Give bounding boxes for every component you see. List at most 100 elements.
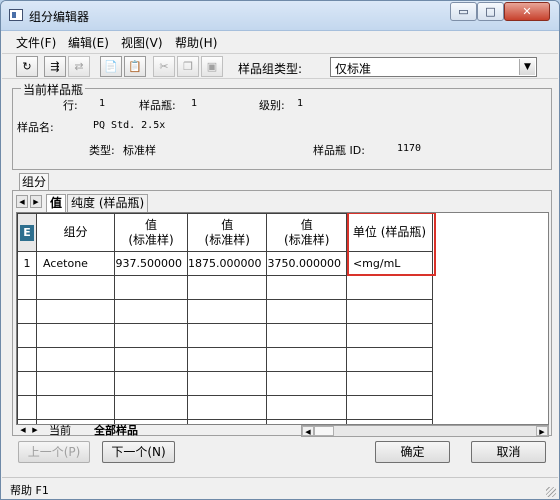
close-button[interactable]: ✕	[504, 2, 550, 21]
empty-cell[interactable]	[114, 323, 188, 348]
table-row	[17, 371, 433, 396]
scroll-left-icon[interactable]: ◀	[302, 426, 314, 436]
tab-values[interactable]: 值	[46, 194, 67, 213]
empty-cell[interactable]	[266, 347, 347, 372]
table-row	[17, 275, 433, 300]
minimize-button[interactable]: ▭	[450, 2, 477, 21]
copy-icon[interactable]: ❐	[177, 56, 199, 77]
level-label: 级别:	[259, 99, 285, 112]
column-header-value-3: 值 (标准样)	[266, 213, 347, 252]
current-vial-group: 当前样品瓶 行: 1 样品瓶: 1 级别: 1 样品名: PQ Std. 2.5…	[12, 81, 552, 170]
cell-unit[interactable]: <mg/mL	[345, 251, 433, 276]
empty-cell[interactable]	[186, 299, 268, 324]
resize-grip-icon[interactable]	[546, 487, 556, 497]
edit-components-icon[interactable]: ⇶	[44, 56, 66, 77]
empty-cell[interactable]	[345, 371, 433, 396]
empty-cell[interactable]	[17, 395, 37, 420]
cancel-button[interactable]: 取消	[471, 441, 546, 463]
table-row	[17, 395, 433, 420]
empty-cell[interactable]	[114, 299, 188, 324]
tab-purity-vial[interactable]: 纯度 (样品瓶)	[67, 194, 149, 212]
empty-cell[interactable]	[345, 275, 433, 300]
empty-cell[interactable]	[36, 299, 115, 324]
scroll-right-icon[interactable]: ▶	[536, 426, 548, 436]
vial-id-label: 样品瓶 ID:	[313, 144, 365, 157]
menu-bar: 文件(F) 编辑(E) 视图(V) 帮助(H)	[2, 32, 558, 52]
tab-components[interactable]: 组分	[19, 173, 49, 191]
tab-scroll-left-icon[interactable]: ◀	[16, 195, 28, 208]
cell-value-1[interactable]: 937.500000	[114, 251, 188, 276]
next-button[interactable]: 下一个(N)	[102, 441, 175, 463]
empty-cell[interactable]	[266, 395, 347, 420]
refresh-icon[interactable]: ↻	[16, 56, 38, 77]
sample-group-type-dropdown[interactable]: 仅标准 ▼	[330, 57, 537, 77]
vial-id-value: 1170	[397, 143, 422, 154]
empty-cell[interactable]	[266, 323, 347, 348]
column-header-value-2: 值 (标准样)	[186, 213, 268, 252]
empty-cell[interactable]	[266, 275, 347, 300]
empty-cell[interactable]	[266, 299, 347, 324]
sheet-tab-current[interactable]: 当前	[49, 425, 71, 437]
empty-cell[interactable]	[36, 395, 115, 420]
cut-icon[interactable]: ✂	[153, 56, 175, 77]
sheet-tab-bar: ◀ ▶ 当前 全部样品 ◀ ▶	[16, 425, 549, 437]
ok-button[interactable]: 确定	[375, 441, 450, 463]
paste-icon[interactable]: ▣	[201, 56, 223, 77]
empty-cell[interactable]	[17, 371, 37, 396]
empty-cell[interactable]	[36, 371, 115, 396]
type-label: 类型:	[89, 144, 115, 157]
cell-component[interactable]: Acetone	[36, 251, 115, 276]
tab-scroll-right-icon[interactable]: ▶	[30, 195, 42, 208]
chevron-down-icon[interactable]: ▼	[519, 59, 535, 75]
transfer-icon[interactable]: ⇄	[68, 56, 90, 77]
sample-group-type-label: 样品组类型:	[238, 62, 303, 76]
empty-cell[interactable]	[36, 347, 115, 372]
grid-corner[interactable]: E	[17, 213, 37, 252]
empty-cell[interactable]	[345, 395, 433, 420]
empty-cell[interactable]	[186, 371, 268, 396]
column-header-unit: 单位 (样品瓶)	[345, 213, 433, 252]
empty-cell[interactable]	[17, 275, 37, 300]
empty-cell[interactable]	[114, 371, 188, 396]
sheet-scroll-left-icon[interactable]: ◀	[18, 425, 28, 436]
copy-page-icon[interactable]: 📋	[124, 56, 146, 77]
menu-help[interactable]: 帮助(H)	[175, 34, 217, 51]
empty-cell[interactable]	[114, 275, 188, 300]
empty-cell[interactable]	[345, 299, 433, 324]
empty-cell[interactable]	[114, 395, 188, 420]
empty-cell[interactable]	[186, 347, 268, 372]
table-row: 1 Acetone 937.500000 1875.000000 3750.00…	[17, 251, 433, 276]
column-header-component: 组分	[36, 213, 115, 252]
sheet-tab-all-samples[interactable]: 全部样品	[94, 425, 138, 437]
sheet-scroll-right-icon[interactable]: ▶	[30, 425, 40, 436]
menu-view[interactable]: 视图(V)	[121, 34, 163, 51]
group-legend: 当前样品瓶	[21, 81, 86, 98]
table-row	[17, 323, 433, 348]
toolbar: ↻ ⇶ ⇄ 📄 📋 ✂ ❐ ▣ 样品组类型: 仅标准 ▼	[2, 53, 558, 79]
previous-button[interactable]: 上一个(P)	[18, 441, 90, 463]
menu-edit[interactable]: 编辑(E)	[68, 34, 109, 51]
status-bar: 帮助 F1	[2, 477, 558, 499]
maximize-button[interactable]: □	[477, 2, 504, 21]
empty-cell[interactable]	[266, 371, 347, 396]
row-value: 1	[99, 98, 106, 109]
empty-cell[interactable]	[186, 323, 268, 348]
row-number[interactable]: 1	[17, 251, 37, 276]
scroll-thumb[interactable]	[314, 426, 334, 436]
cell-value-3[interactable]: 3750.000000	[266, 251, 347, 276]
empty-cell[interactable]	[17, 299, 37, 324]
empty-cell[interactable]	[36, 323, 115, 348]
empty-cell[interactable]	[186, 275, 268, 300]
cell-value-2[interactable]: 1875.000000	[186, 251, 268, 276]
empty-cell[interactable]	[17, 323, 37, 348]
empty-cell[interactable]	[186, 395, 268, 420]
horizontal-scrollbar[interactable]: ◀ ▶	[301, 425, 549, 437]
empty-cell[interactable]	[114, 347, 188, 372]
empty-cell[interactable]	[345, 347, 433, 372]
empty-cell[interactable]	[345, 323, 433, 348]
empty-cell[interactable]	[17, 347, 37, 372]
sample-group-type-value: 仅标准	[335, 62, 372, 76]
menu-file[interactable]: 文件(F)	[16, 34, 56, 51]
add-page-icon[interactable]: 📄	[100, 56, 122, 77]
empty-cell[interactable]	[36, 275, 115, 300]
